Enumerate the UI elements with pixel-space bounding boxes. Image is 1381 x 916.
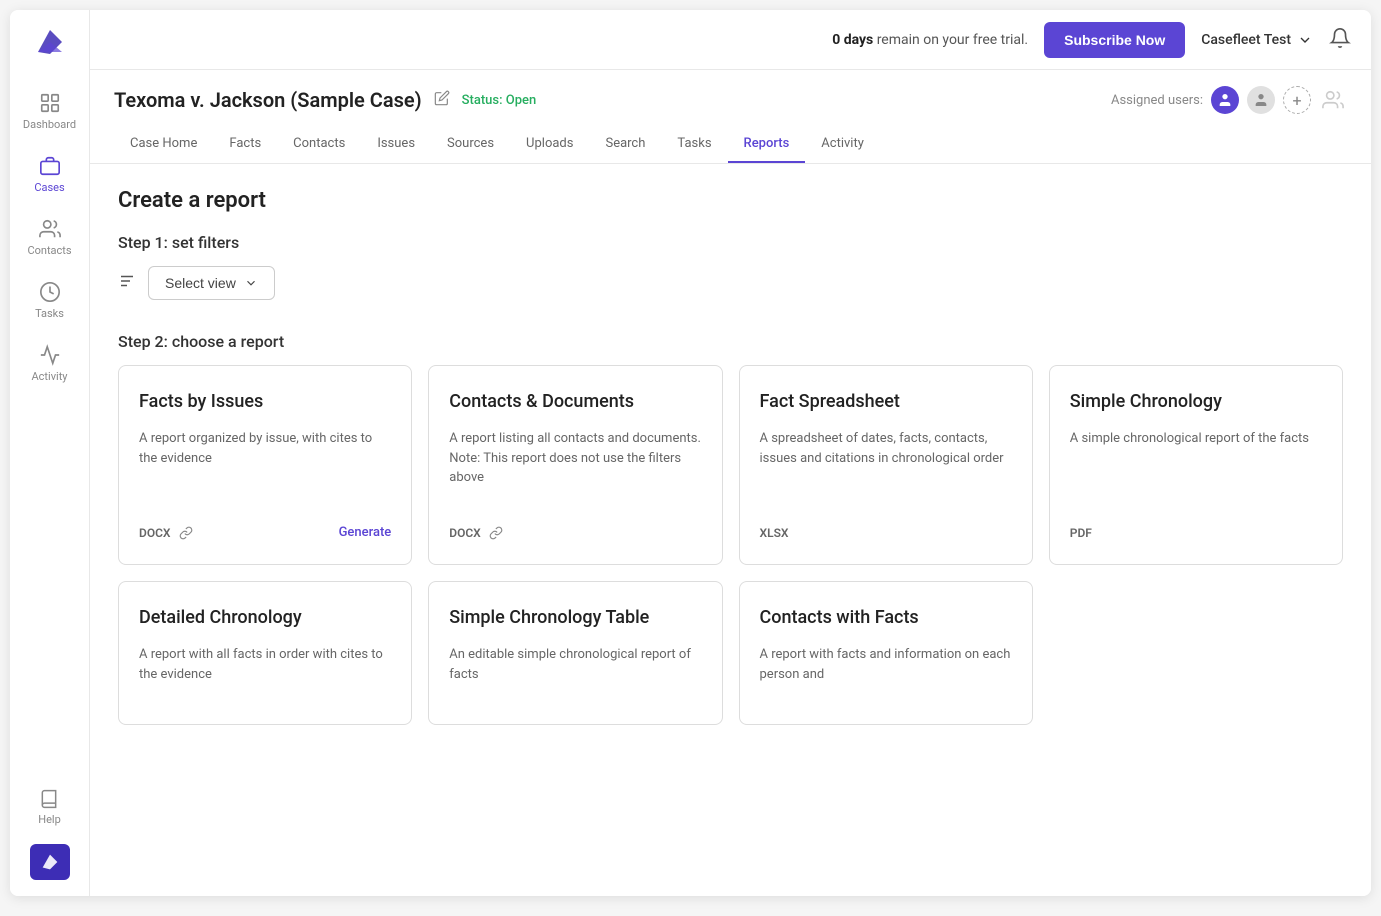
report-card-desc: A spreadsheet of dates, facts, contacts,… [760, 429, 1012, 510]
app-logo [30, 22, 70, 62]
user-menu[interactable]: Casefleet Test [1201, 32, 1313, 48]
report-format: XLSX [760, 526, 789, 540]
case-header: Texoma v. Jackson (Sample Case) Status: … [90, 70, 1371, 164]
report-format: DOCX [449, 526, 481, 540]
report-card-desc: An editable simple chronological report … [449, 645, 701, 684]
trial-text: 0 days remain on your free trial. [832, 32, 1028, 48]
topbar-right: 0 days remain on your free trial. Subscr… [832, 22, 1351, 58]
report-card-title: Contacts with Facts [760, 606, 1012, 629]
report-card-simple-chronology[interactable]: Simple Chronology A simple chronological… [1049, 365, 1343, 565]
report-card-title: Contacts & Documents [449, 390, 701, 413]
assigned-label: Assigned users: [1111, 93, 1203, 108]
avatar-user1[interactable] [1211, 86, 1239, 114]
edit-icon[interactable] [434, 90, 450, 110]
sidebar-item-cases[interactable]: Cases [15, 145, 85, 204]
report-card-title: Simple Chronology Table [449, 606, 701, 629]
step1-title: Step 1: set filters [118, 233, 1343, 252]
main-content: 0 days remain on your free trial. Subscr… [90, 10, 1371, 896]
reports-grid-row2: Detailed Chronology A report with all fa… [118, 581, 1343, 725]
add-user-button[interactable]: + [1283, 86, 1311, 114]
sidebar-item-label: Cases [34, 181, 64, 194]
report-card-simple-chronology-table[interactable]: Simple Chronology Table An editable simp… [428, 581, 722, 725]
sidebar-item-activity[interactable]: Activity [15, 334, 85, 393]
tab-reports[interactable]: Reports [728, 126, 806, 163]
sidebar-item-contacts[interactable]: Contacts [15, 208, 85, 267]
sidebar: Dashboard Cases Contacts Tasks Activity … [10, 10, 90, 896]
report-card-title: Facts by Issues [139, 390, 391, 413]
sidebar-item-tasks[interactable]: Tasks [15, 271, 85, 330]
report-format: DOCX [139, 526, 171, 540]
trial-suffix: remain on your free trial. [873, 32, 1028, 48]
page-title: Create a report [118, 188, 1343, 213]
report-card-desc: A report with facts and information on e… [760, 645, 1012, 684]
page-content: Create a report Step 1: set filters Sele… [90, 164, 1371, 896]
filter-bar: Select view [118, 266, 1343, 300]
sidebar-item-label: Dashboard [23, 118, 76, 131]
notification-icon[interactable] [1329, 27, 1351, 53]
sidebar-help[interactable]: Help [30, 779, 69, 836]
select-view-label: Select view [165, 275, 236, 291]
case-title: Texoma v. Jackson (Sample Case) [114, 88, 422, 112]
tab-tasks[interactable]: Tasks [661, 126, 727, 163]
sidebar-item-label: Contacts [27, 244, 71, 257]
select-view-button[interactable]: Select view [148, 266, 275, 300]
report-card-title: Simple Chronology [1070, 390, 1322, 413]
chevron-down-icon [1297, 32, 1313, 48]
help-label: Help [38, 813, 61, 826]
topbar: 0 days remain on your free trial. Subscr… [90, 10, 1371, 70]
tab-facts[interactable]: Facts [213, 126, 277, 163]
report-card-fact-spreadsheet[interactable]: Fact Spreadsheet A spreadsheet of dates,… [739, 365, 1033, 565]
step2-section: Step 2: choose a report Facts by Issues … [118, 332, 1343, 725]
users-icon [1319, 86, 1347, 114]
assigned-section: Assigned users: + [1111, 86, 1347, 114]
tab-contacts[interactable]: Contacts [277, 126, 361, 163]
report-card-detailed-chronology[interactable]: Detailed Chronology A report with all fa… [118, 581, 412, 725]
subscribe-button[interactable]: Subscribe Now [1044, 22, 1185, 58]
tab-case-home[interactable]: Case Home [114, 126, 213, 163]
tab-issues[interactable]: Issues [361, 126, 431, 163]
trial-days: 0 days [832, 32, 873, 48]
filter-icon[interactable] [118, 272, 136, 294]
tab-search[interactable]: Search [589, 126, 661, 163]
sidebar-bottom: Help [30, 779, 70, 884]
report-card-footer: DOCX Generate [139, 525, 391, 540]
report-card-contacts-documents[interactable]: Contacts & Documents A report listing al… [428, 365, 722, 565]
tab-activity[interactable]: Activity [805, 126, 880, 163]
step2-title: Step 2: choose a report [118, 332, 1343, 351]
chevron-down-icon [244, 276, 258, 290]
report-card-footer: PDF [1070, 526, 1322, 540]
case-title-row: Texoma v. Jackson (Sample Case) Status: … [114, 86, 1347, 114]
avatar-user2[interactable] [1247, 86, 1275, 114]
case-tabs: Case Home Facts Contacts Issues Sources … [114, 126, 1347, 163]
tab-uploads[interactable]: Uploads [510, 126, 589, 163]
sidebar-item-label: Activity [31, 370, 67, 383]
status-badge: Status: Open [462, 93, 537, 108]
report-card-footer: XLSX [760, 526, 1012, 540]
report-card-desc: A report listing all contacts and docume… [449, 429, 701, 510]
sidebar-item-dashboard[interactable]: Dashboard [15, 82, 85, 141]
report-card-facts-by-issues[interactable]: Facts by Issues A report organized by is… [118, 365, 412, 565]
report-format: PDF [1070, 526, 1092, 540]
link-icon [489, 526, 503, 540]
sidebar-item-label: Tasks [35, 307, 64, 320]
tab-sources[interactable]: Sources [431, 126, 510, 163]
report-card-footer: DOCX [449, 526, 701, 540]
report-card-desc: A simple chronological report of the fac… [1070, 429, 1322, 510]
step1-section: Step 1: set filters Select view [118, 233, 1343, 300]
report-card-title: Fact Spreadsheet [760, 390, 1012, 413]
sidebar-logo-bottom [30, 844, 70, 880]
link-icon [179, 526, 193, 540]
report-card-desc: A report with all facts in order with ci… [139, 645, 391, 684]
generate-link[interactable]: Generate [339, 525, 392, 540]
report-card-title: Detailed Chronology [139, 606, 391, 629]
user-name: Casefleet Test [1201, 32, 1291, 48]
report-card-desc: A report organized by issue, with cites … [139, 429, 391, 509]
report-card-contacts-with-facts[interactable]: Contacts with Facts A report with facts … [739, 581, 1033, 725]
reports-grid: Facts by Issues A report organized by is… [118, 365, 1343, 565]
